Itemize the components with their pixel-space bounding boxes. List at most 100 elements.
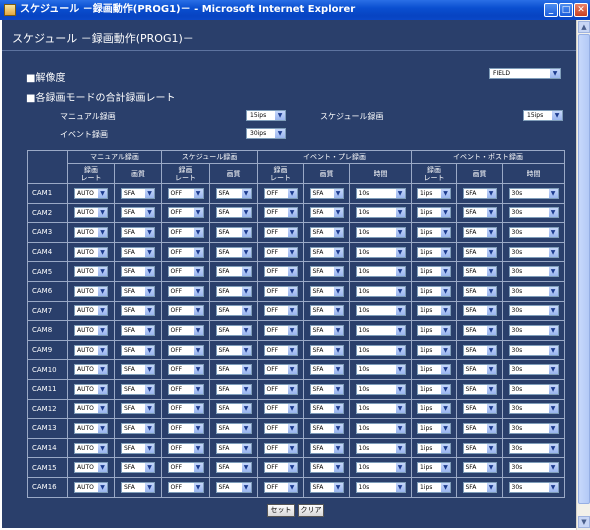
post-quality-select[interactable]: SFA ▼ [462, 403, 497, 415]
pre-rate-select[interactable]: OFF ▼ [263, 344, 298, 356]
pre-time-select[interactable]: 10s ▼ [355, 246, 406, 258]
maximize-button[interactable]: □ [559, 3, 573, 17]
pre-quality-select[interactable]: SFA ▼ [309, 187, 344, 199]
pre-rate-select[interactable]: OFF ▼ [263, 462, 298, 474]
pre-time-select[interactable]: 10s ▼ [355, 344, 406, 356]
pre-quality-select[interactable]: SFA ▼ [309, 462, 344, 474]
schedule-quality-select[interactable]: SFA ▼ [215, 442, 252, 454]
post-time-select[interactable]: 30s ▼ [508, 383, 559, 395]
post-rate-select[interactable]: 1ips ▼ [417, 324, 451, 336]
post-time-select[interactable]: 30s ▼ [508, 207, 559, 219]
post-time-select[interactable]: 30s ▼ [508, 305, 559, 317]
schedule-quality-select[interactable]: SFA ▼ [215, 226, 252, 238]
post-quality-select[interactable]: SFA ▼ [462, 442, 497, 454]
pre-time-select[interactable]: 10s ▼ [355, 285, 406, 297]
event-rate-select[interactable]: 30ips ▼ [246, 128, 286, 139]
post-quality-select[interactable]: SFA ▼ [462, 344, 497, 356]
manual-quality-select[interactable]: SFA ▼ [121, 226, 155, 238]
post-rate-select[interactable]: 1ips ▼ [417, 187, 451, 199]
pre-time-select[interactable]: 10s ▼ [355, 442, 406, 454]
schedule-rate-select[interactable]: OFF ▼ [167, 285, 204, 297]
manual-rate-select[interactable]: 15ips ▼ [246, 110, 286, 121]
schedule-rate-select[interactable]: OFF ▼ [167, 364, 204, 376]
manual-quality-select[interactable]: SFA ▼ [121, 422, 155, 434]
schedule-rate-select[interactable]: OFF ▼ [167, 187, 204, 199]
close-button[interactable]: ✕ [574, 3, 588, 17]
post-quality-select[interactable]: SFA ▼ [462, 383, 497, 395]
post-rate-select[interactable]: 1ips ▼ [417, 364, 451, 376]
schedule-rate-select[interactable]: OFF ▼ [167, 305, 204, 317]
manual-rate-select[interactable]: AUTO ▼ [74, 246, 108, 258]
pre-time-select[interactable]: 10s ▼ [355, 226, 406, 238]
post-time-select[interactable]: 30s ▼ [508, 187, 559, 199]
scroll-up-icon[interactable]: ▲ [578, 21, 590, 33]
schedule-rate-select[interactable]: OFF ▼ [167, 422, 204, 434]
pre-rate-select[interactable]: OFF ▼ [263, 383, 298, 395]
pre-rate-select[interactable]: OFF ▼ [263, 442, 298, 454]
pre-quality-select[interactable]: SFA ▼ [309, 305, 344, 317]
schedule-quality-select[interactable]: SFA ▼ [215, 364, 252, 376]
manual-rate-select[interactable]: AUTO ▼ [74, 226, 108, 238]
pre-rate-select[interactable]: OFF ▼ [263, 246, 298, 258]
post-rate-select[interactable]: 1ips ▼ [417, 383, 451, 395]
pre-quality-select[interactable]: SFA ▼ [309, 403, 344, 415]
manual-quality-select[interactable]: SFA ▼ [121, 207, 155, 219]
post-time-select[interactable]: 30s ▼ [508, 246, 559, 258]
post-rate-select[interactable]: 1ips ▼ [417, 403, 451, 415]
schedule-rate-select[interactable]: OFF ▼ [167, 442, 204, 454]
pre-quality-select[interactable]: SFA ▼ [309, 442, 344, 454]
post-time-select[interactable]: 30s ▼ [508, 442, 559, 454]
manual-quality-select[interactable]: SFA ▼ [121, 364, 155, 376]
schedule-quality-select[interactable]: SFA ▼ [215, 383, 252, 395]
pre-time-select[interactable]: 10s ▼ [355, 305, 406, 317]
manual-quality-select[interactable]: SFA ▼ [121, 285, 155, 297]
manual-rate-select[interactable]: AUTO ▼ [74, 383, 108, 395]
schedule-quality-select[interactable]: SFA ▼ [215, 305, 252, 317]
schedule-rate-select[interactable]: OFF ▼ [167, 344, 204, 356]
post-quality-select[interactable]: SFA ▼ [462, 422, 497, 434]
set-button[interactable]: セット [267, 504, 295, 517]
pre-rate-select[interactable]: OFF ▼ [263, 266, 298, 278]
post-time-select[interactable]: 30s ▼ [508, 481, 559, 493]
schedule-rate-select[interactable]: 15ips ▼ [523, 110, 563, 121]
schedule-quality-select[interactable]: SFA ▼ [215, 403, 252, 415]
manual-rate-select[interactable]: AUTO ▼ [74, 344, 108, 356]
manual-rate-select[interactable]: AUTO ▼ [74, 187, 108, 199]
schedule-quality-select[interactable]: SFA ▼ [215, 481, 252, 493]
post-time-select[interactable]: 30s ▼ [508, 403, 559, 415]
clear-button[interactable]: クリア [298, 504, 324, 517]
resolution-select[interactable]: FIELD ▼ [489, 68, 561, 79]
manual-quality-select[interactable]: SFA ▼ [121, 344, 155, 356]
pre-quality-select[interactable]: SFA ▼ [309, 285, 344, 297]
post-rate-select[interactable]: 1ips ▼ [417, 207, 451, 219]
manual-quality-select[interactable]: SFA ▼ [121, 383, 155, 395]
manual-rate-select[interactable]: AUTO ▼ [74, 266, 108, 278]
manual-rate-select[interactable]: AUTO ▼ [74, 364, 108, 376]
pre-quality-select[interactable]: SFA ▼ [309, 344, 344, 356]
manual-quality-select[interactable]: SFA ▼ [121, 324, 155, 336]
post-quality-select[interactable]: SFA ▼ [462, 481, 497, 493]
pre-rate-select[interactable]: OFF ▼ [263, 324, 298, 336]
schedule-quality-select[interactable]: SFA ▼ [215, 187, 252, 199]
schedule-quality-select[interactable]: SFA ▼ [215, 324, 252, 336]
post-rate-select[interactable]: 1ips ▼ [417, 481, 451, 493]
pre-time-select[interactable]: 10s ▼ [355, 403, 406, 415]
pre-quality-select[interactable]: SFA ▼ [309, 383, 344, 395]
pre-rate-select[interactable]: OFF ▼ [263, 305, 298, 317]
post-rate-select[interactable]: 1ips ▼ [417, 226, 451, 238]
pre-rate-select[interactable]: OFF ▼ [263, 481, 298, 493]
post-quality-select[interactable]: SFA ▼ [462, 324, 497, 336]
schedule-rate-select[interactable]: OFF ▼ [167, 226, 204, 238]
post-rate-select[interactable]: 1ips ▼ [417, 266, 451, 278]
pre-quality-select[interactable]: SFA ▼ [309, 481, 344, 493]
pre-time-select[interactable]: 10s ▼ [355, 462, 406, 474]
pre-rate-select[interactable]: OFF ▼ [263, 403, 298, 415]
post-time-select[interactable]: 30s ▼ [508, 422, 559, 434]
pre-time-select[interactable]: 10s ▼ [355, 207, 406, 219]
post-rate-select[interactable]: 1ips ▼ [417, 462, 451, 474]
manual-rate-select[interactable]: AUTO ▼ [74, 422, 108, 434]
schedule-rate-select[interactable]: OFF ▼ [167, 403, 204, 415]
pre-quality-select[interactable]: SFA ▼ [309, 226, 344, 238]
manual-rate-select[interactable]: AUTO ▼ [74, 481, 108, 493]
schedule-rate-select[interactable]: OFF ▼ [167, 266, 204, 278]
